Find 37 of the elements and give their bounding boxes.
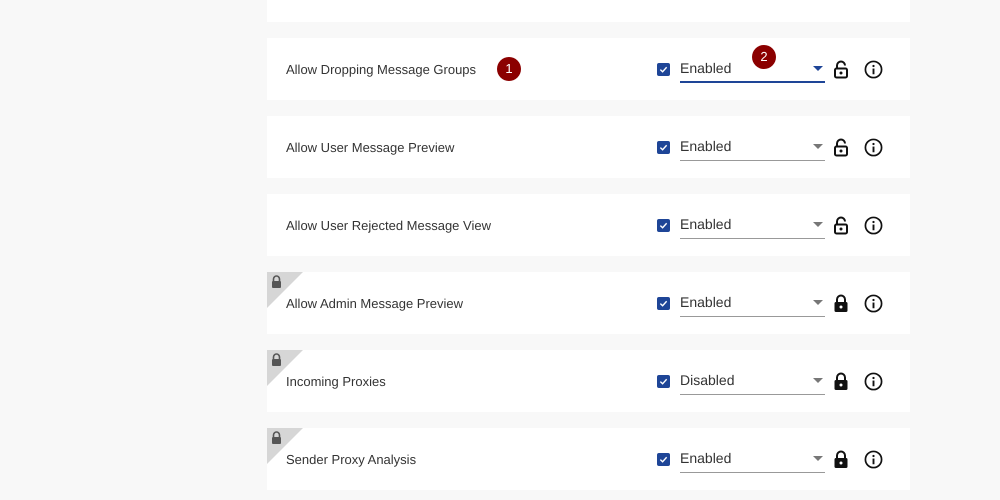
setting-label: Allow Admin Message Preview bbox=[286, 295, 464, 314]
info-icon[interactable] bbox=[864, 450, 883, 468]
caret-icon bbox=[813, 456, 823, 461]
caret-icon bbox=[813, 378, 823, 383]
select-dropdown[interactable]: Disabled bbox=[680, 367, 825, 395]
checkbox[interactable] bbox=[657, 452, 670, 466]
checkbox[interactable] bbox=[657, 62, 670, 76]
callout-badge: 2 bbox=[752, 45, 776, 69]
lock-icon[interactable] bbox=[833, 372, 849, 390]
callout-badge: 1 bbox=[497, 57, 522, 81]
caret-icon bbox=[813, 300, 823, 305]
unlock-icon[interactable] bbox=[833, 216, 849, 234]
select-dropdown[interactable]: Enabled bbox=[680, 211, 825, 239]
setting-label: Allow Dropping Message Groups bbox=[286, 61, 476, 80]
lock-icon[interactable] bbox=[833, 450, 849, 468]
setting-label: Allow User Message Preview bbox=[286, 139, 454, 158]
unlock-icon[interactable] bbox=[833, 60, 849, 78]
select-dropdown[interactable]: Enabled bbox=[680, 445, 825, 473]
info-icon[interactable] bbox=[864, 372, 883, 390]
info-icon[interactable] bbox=[864, 60, 883, 78]
info-icon[interactable] bbox=[864, 216, 883, 234]
checkbox[interactable] bbox=[657, 374, 670, 388]
select-dropdown[interactable]: Enabled bbox=[680, 289, 825, 317]
caret-icon bbox=[813, 66, 823, 71]
checkbox[interactable] bbox=[657, 296, 670, 310]
info-icon[interactable] bbox=[864, 294, 883, 312]
caret-icon bbox=[813, 222, 823, 227]
lock-icon[interactable] bbox=[833, 294, 849, 312]
info-icon[interactable] bbox=[864, 138, 883, 156]
setting-label: Sender Proxy Analysis bbox=[286, 451, 416, 470]
unlock-icon[interactable] bbox=[833, 138, 849, 156]
select-dropdown[interactable]: Enabled bbox=[680, 133, 825, 161]
setting-label: Allow User Rejected Message View bbox=[286, 217, 491, 236]
setting-label: Incoming Proxies bbox=[286, 373, 386, 392]
caret-icon bbox=[813, 144, 823, 149]
checkbox[interactable] bbox=[657, 140, 670, 154]
checkbox[interactable] bbox=[657, 218, 670, 232]
